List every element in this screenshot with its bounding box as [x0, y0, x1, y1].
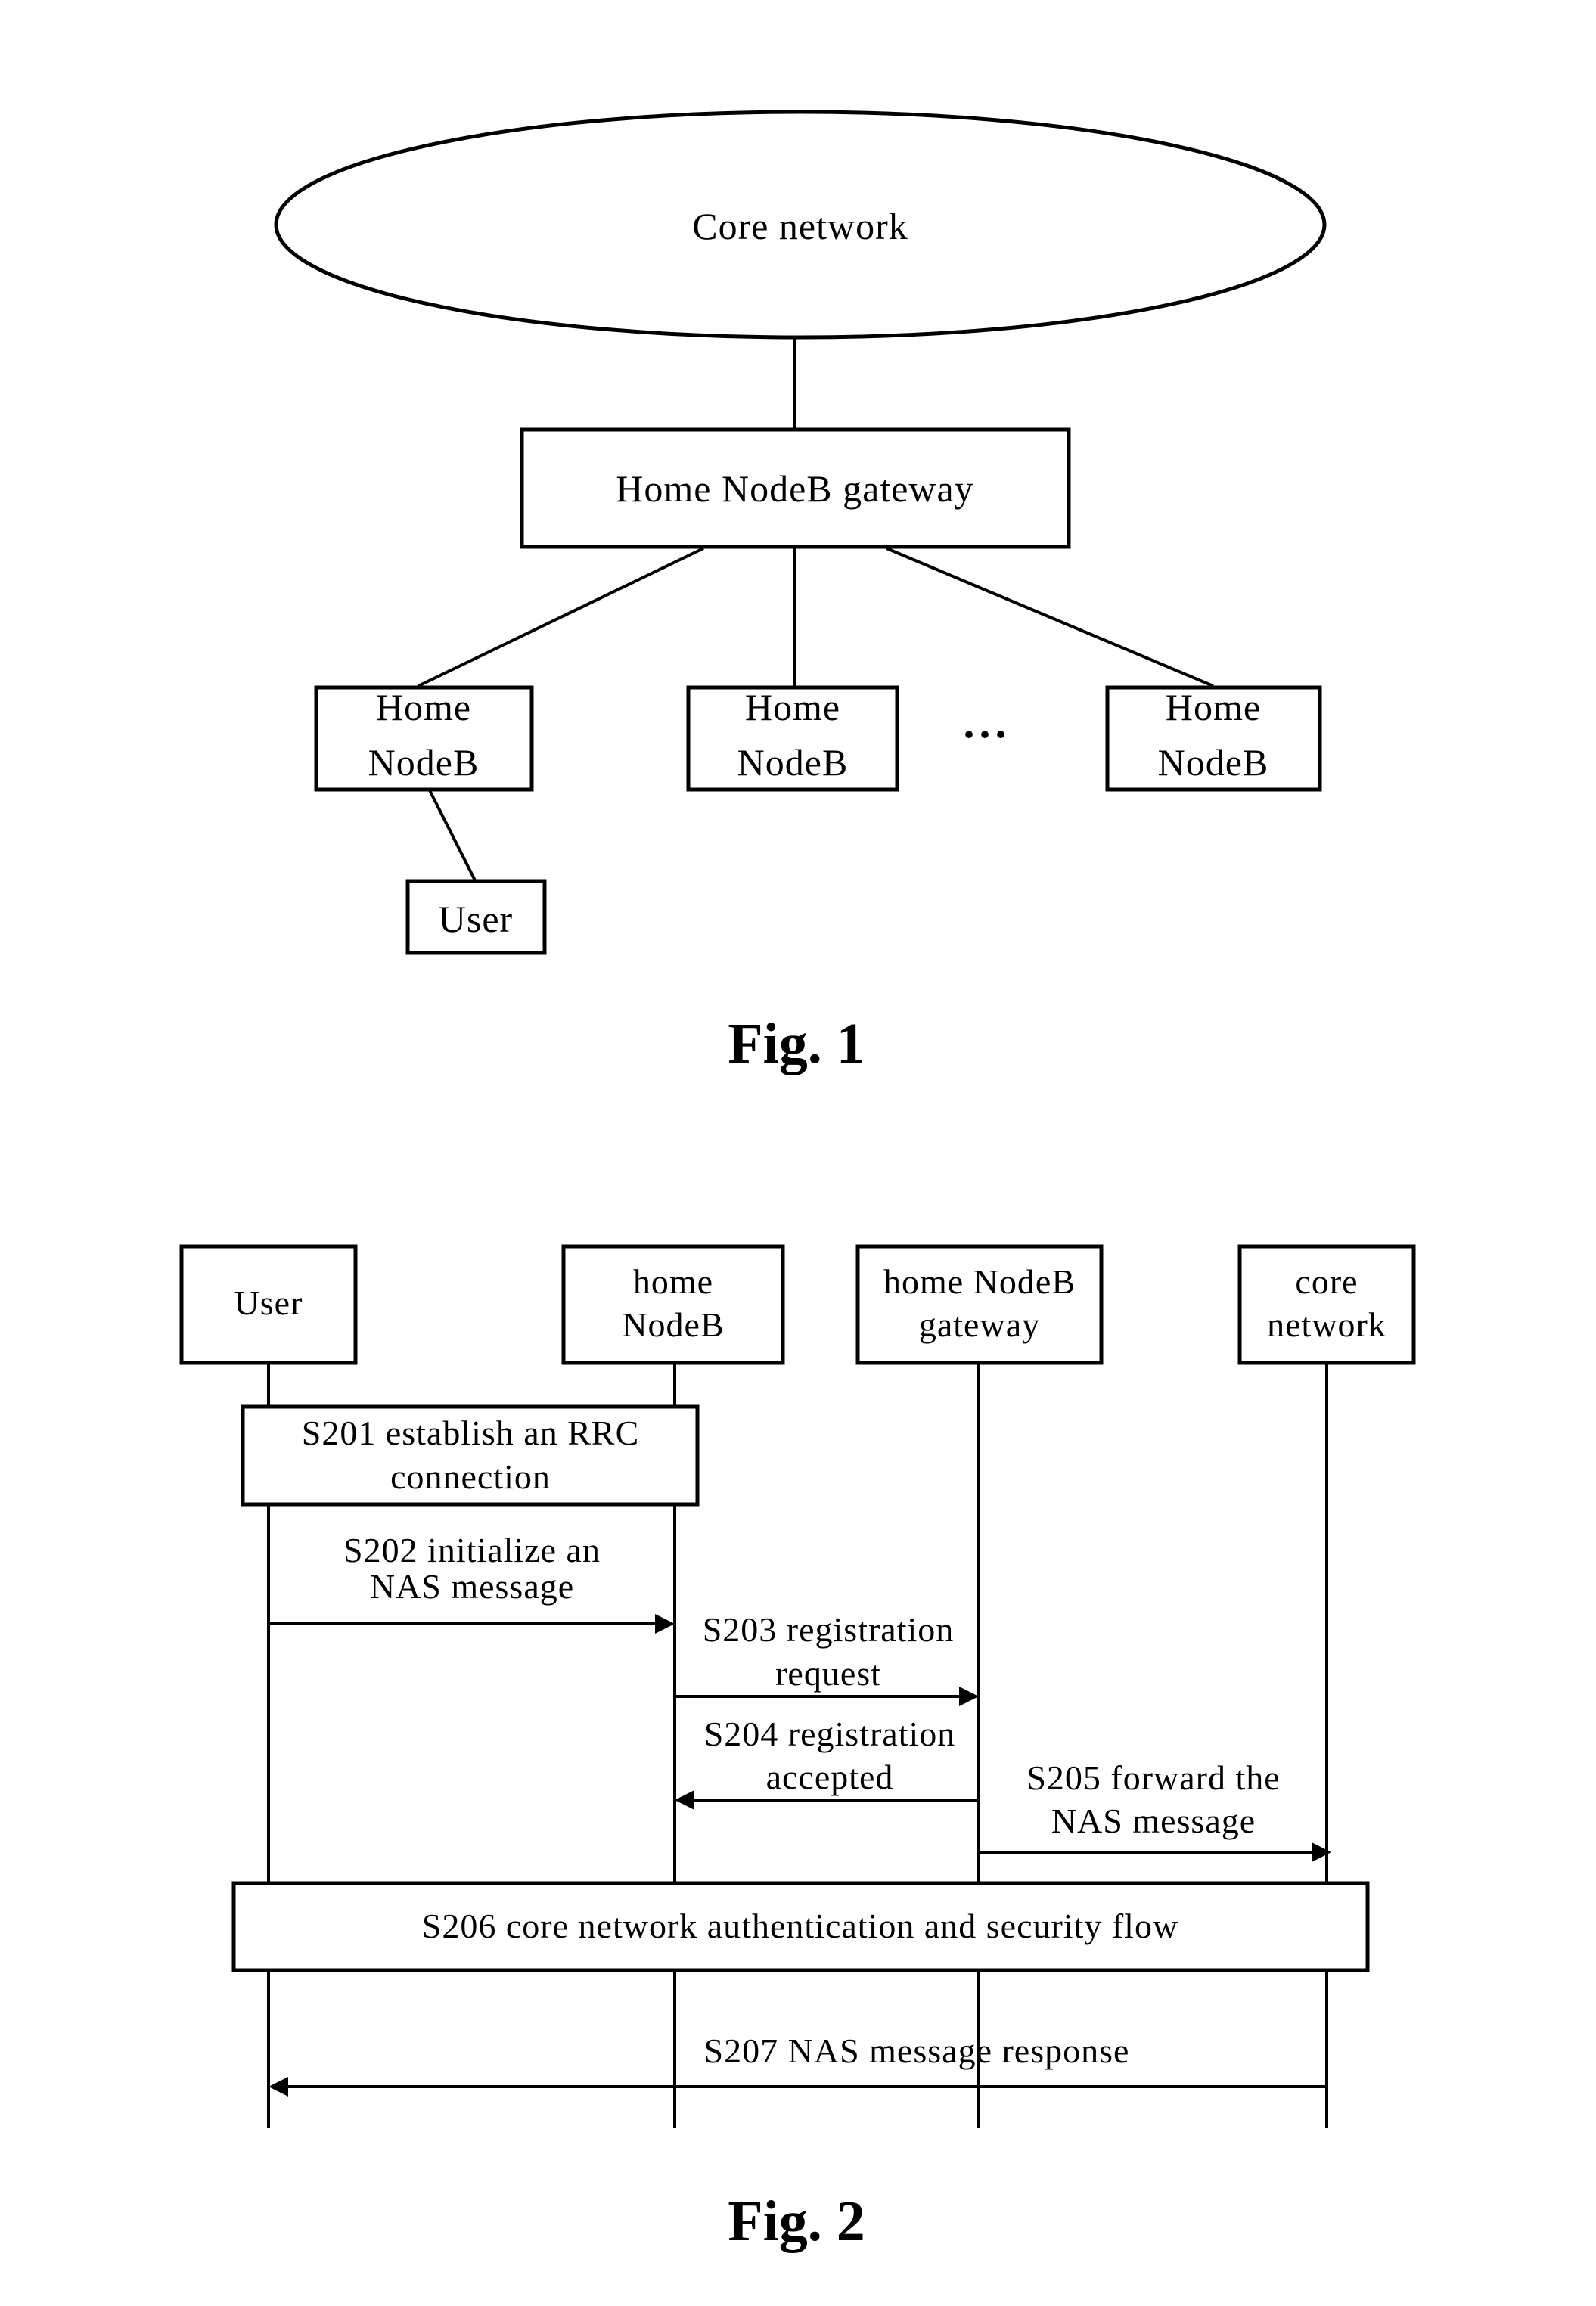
- participant-gateway: home NodeB gateway: [855, 1244, 1104, 1365]
- participant-label-line2: gateway: [919, 1305, 1040, 1344]
- core-network-label: Core network: [692, 205, 908, 247]
- step-label-line2: accepted: [766, 1758, 894, 1796]
- home-nodeb-label-line1: Home: [745, 686, 840, 728]
- arrowhead-right-icon: [655, 1614, 675, 1634]
- home-nodeb-label-line2: NodeB: [737, 741, 849, 784]
- more-nodes-ellipsis: ...: [964, 697, 1011, 747]
- home-nodeb-label-line1: Home: [376, 686, 471, 728]
- arrowhead-right-icon: [959, 1687, 979, 1706]
- connector-gateway-to-home-nodeb-1: [418, 547, 704, 687]
- connector-gateway-to-home-nodeb-3: [886, 547, 1214, 687]
- step-s203-message: S203 registration request: [675, 1610, 979, 1706]
- step-s205-message: S205 forward the NAS message: [979, 1758, 1331, 1862]
- figure-2-sequence-diagram: User home NodeB home NodeB gateway core …: [179, 1244, 1416, 2253]
- step-label-line1: S203 registration: [703, 1610, 955, 1649]
- step-s207-message: S207 NAS message response: [269, 2031, 1327, 2097]
- step-label: S207 NAS message response: [704, 2031, 1130, 2070]
- participant-label-line2: NodeB: [622, 1305, 724, 1344]
- user-node: User: [405, 879, 547, 955]
- arrowhead-right-icon: [1312, 1842, 1331, 1862]
- home-nodeb-label-line1: Home: [1166, 686, 1261, 728]
- step-label-line2: NAS message: [1051, 1802, 1256, 1840]
- core-network-node: Core network: [274, 110, 1327, 340]
- participant-user: User: [179, 1244, 358, 1365]
- participant-core-network: core network: [1237, 1244, 1416, 1365]
- user-label: User: [439, 898, 513, 940]
- participant-label-line1: home NodeB: [883, 1262, 1076, 1301]
- participant-label-line1: home: [633, 1262, 713, 1301]
- step-label-line1: S201 establish an RRC: [302, 1414, 640, 1452]
- step-s202-message: S202 initialize an NAS message: [269, 1531, 675, 1634]
- participant-home-nodeb: home NodeB: [561, 1244, 785, 1365]
- figure-1-caption: Fig. 1: [728, 1012, 865, 1075]
- home-nodeb-node-3: Home NodeB: [1105, 685, 1322, 792]
- gateway-label: Home NodeB gateway: [616, 467, 973, 510]
- home-nodeb-label-line2: NodeB: [368, 741, 480, 784]
- step-s201-box: S201 establish an RRC connection: [241, 1404, 700, 1507]
- step-s206-box: S206 core network authentication and sec…: [231, 1881, 1370, 1972]
- step-label-line1: S205 forward the: [1026, 1758, 1280, 1797]
- step-label-line1: S204 registration: [704, 1715, 956, 1753]
- home-nodeb-node-1: Home NodeB: [314, 685, 534, 792]
- participant-label-line1: core: [1295, 1262, 1358, 1301]
- home-nodeb-gateway-node: Home NodeB gateway: [520, 427, 1071, 549]
- participant-label: User: [234, 1283, 303, 1322]
- step-label-line1: S202 initialize an: [343, 1531, 601, 1569]
- step-label-line2: request: [775, 1654, 881, 1693]
- step-label: S206 core network authentication and sec…: [422, 1907, 1178, 1945]
- step-label-line2: NAS message: [370, 1567, 574, 1606]
- arrowhead-left-icon: [675, 1790, 694, 1810]
- step-s204-message: S204 registration accepted: [675, 1715, 979, 1810]
- home-nodeb-label-line2: NodeB: [1158, 741, 1269, 784]
- figure-2-caption: Fig. 2: [728, 2190, 865, 2253]
- patent-drawing-sheet: Core network Home NodeB gateway Home Nod…: [179, 110, 1416, 2253]
- figure-1-network-topology: Core network Home NodeB gateway Home Nod…: [274, 110, 1327, 1075]
- step-label-line2: connection: [390, 1457, 551, 1496]
- home-nodeb-node-2: Home NodeB: [686, 685, 899, 792]
- arrowhead-left-icon: [269, 2077, 288, 2097]
- participant-label-line2: network: [1267, 1305, 1386, 1344]
- connector-home-nodeb-1-to-user: [428, 790, 477, 881]
